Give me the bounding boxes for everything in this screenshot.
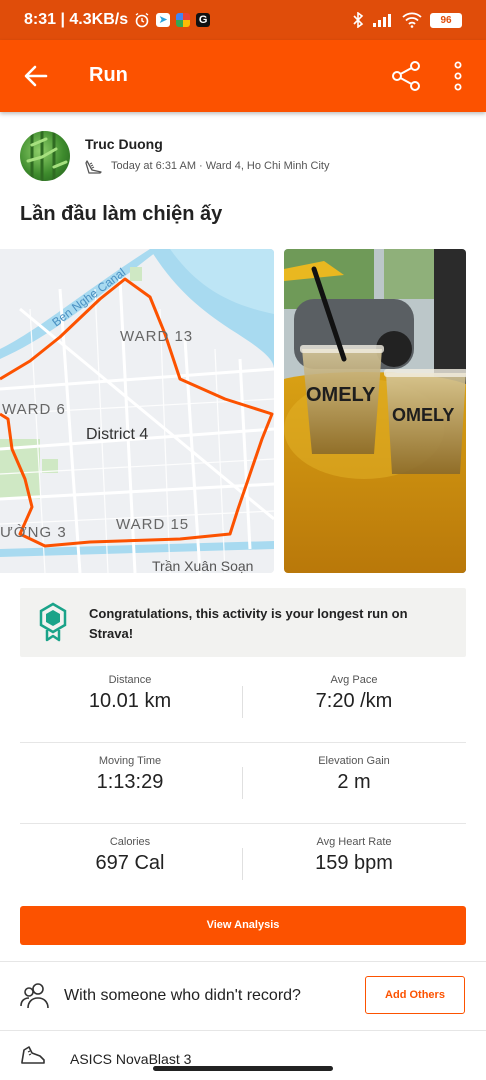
stat-label: Avg Heart Rate: [316, 836, 392, 848]
g-app-icon: G: [196, 13, 211, 27]
stat-avg-heart-rate: Avg Heart Rate 159 bpm: [244, 836, 464, 875]
cup-left-text: OMELY: [306, 384, 376, 406]
map-label-ward3: ƯỜNG 3: [0, 524, 67, 541]
route-map[interactable]: Ben Nghe Canal WARD 13 WARD 6 District 4…: [0, 249, 274, 573]
home-indicator[interactable]: [153, 1066, 333, 1071]
stat-value: 7:20 /km: [315, 690, 393, 712]
share-icon[interactable]: [390, 60, 422, 92]
stat-value: 1:13:29: [96, 771, 164, 793]
stat-value: 159 bpm: [315, 852, 393, 874]
stat-label: Avg Pace: [330, 674, 378, 686]
with-others-row: With someone who didn't record? Add Othe…: [0, 962, 486, 1030]
map-label-street: Trần Xuân Soạn: [152, 558, 253, 573]
achievement-text: Congratulations, this activity is your l…: [89, 606, 408, 641]
avatar[interactable]: [20, 131, 70, 181]
stats-row: Calories 697 Cal Avg Heart Rate 159 bpm: [20, 824, 466, 904]
status-bar: 8:31 | 4.3KB/s ➤ G 96: [0, 0, 486, 40]
with-others-text: With someone who didn't record?: [64, 987, 301, 1004]
stat-divider: [242, 767, 243, 799]
page-title: Run: [89, 64, 128, 86]
people-icon: [20, 983, 49, 1009]
map-label-district4: District 4: [86, 426, 148, 443]
running-shoe-icon: [21, 1046, 45, 1064]
wifi-icon: [402, 12, 422, 28]
stat-value: 697 Cal: [95, 852, 165, 874]
photos-icon: [176, 13, 191, 27]
stat-avg-pace: Avg Pace 7:20 /km: [244, 674, 464, 713]
stat-moving-time: Moving Time 1:13:29: [20, 755, 240, 794]
stats-row: Distance 10.01 km Avg Pace 7:20 /km: [20, 662, 466, 743]
avatar-bamboo-image: [26, 131, 68, 181]
stat-value: 10.01 km: [88, 690, 172, 712]
app-bar: Run: [0, 40, 486, 112]
alarm-icon: [135, 12, 149, 28]
achievement-banner[interactable]: Congratulations, this activity is your l…: [20, 588, 466, 657]
stat-label: Calories: [109, 836, 151, 848]
stat-divider: [242, 848, 243, 880]
stat-divider: [242, 686, 243, 718]
map-label-ward13: WARD 13: [120, 328, 193, 345]
telegram-icon: ➤: [156, 13, 171, 27]
bluetooth-icon: [353, 12, 364, 28]
signal-icon: [373, 14, 391, 27]
status-time-speed: 8:31 | 4.3KB/s: [24, 11, 129, 28]
athlete-name[interactable]: Truc Duong: [85, 136, 163, 152]
stats-row: Moving Time 1:13:29 Elevation Gain 2 m: [20, 743, 466, 824]
gear-row[interactable]: ASICS NovaBlast 3: [0, 1031, 486, 1080]
activity-meta-text: Today at 6:31 AM · Ward 4, Ho Chi Minh C…: [111, 160, 330, 172]
map-label-ward15: WARD 15: [116, 516, 189, 533]
shoe-icon: [85, 160, 102, 174]
medal-badge-icon: [39, 602, 67, 642]
view-analysis-button[interactable]: View Analysis: [20, 906, 466, 945]
stat-elevation-gain: Elevation Gain 2 m: [244, 755, 464, 794]
more-vert-icon[interactable]: [448, 60, 468, 92]
stat-label: Distance: [108, 674, 152, 686]
add-others-button[interactable]: Add Others: [365, 976, 465, 1014]
stat-label: Elevation Gain: [318, 755, 390, 767]
gear-name: ASICS NovaBlast 3: [70, 1051, 192, 1067]
stat-calories: Calories 697 Cal: [20, 836, 240, 875]
activity-title: Lần đầu làm chiện ấy: [20, 203, 223, 225]
activity-photo[interactable]: OMELY OMELY: [284, 249, 466, 573]
status-right: 96: [352, 12, 462, 28]
stat-distance: Distance 10.01 km: [20, 674, 240, 713]
stats-grid: Distance 10.01 km Avg Pace 7:20 /km Movi…: [20, 662, 466, 904]
stat-label: Moving Time: [98, 755, 162, 767]
map-label-ward6: WARD 6: [2, 401, 66, 418]
cup-right-text: OMELY: [392, 405, 454, 425]
map-canvas: Ben Nghe Canal WARD 13 WARD 6 District 4…: [0, 249, 274, 573]
stat-value: 2 m: [337, 771, 371, 793]
activity-meta: Today at 6:31 AM · Ward 4, Ho Chi Minh C…: [85, 158, 329, 174]
status-left: 8:31 | 4.3KB/s ➤ G: [24, 11, 211, 29]
photo-drinks-image: OMELY OMELY: [284, 249, 466, 573]
battery-icon: 96: [430, 12, 462, 28]
back-arrow-icon[interactable]: [22, 62, 50, 90]
